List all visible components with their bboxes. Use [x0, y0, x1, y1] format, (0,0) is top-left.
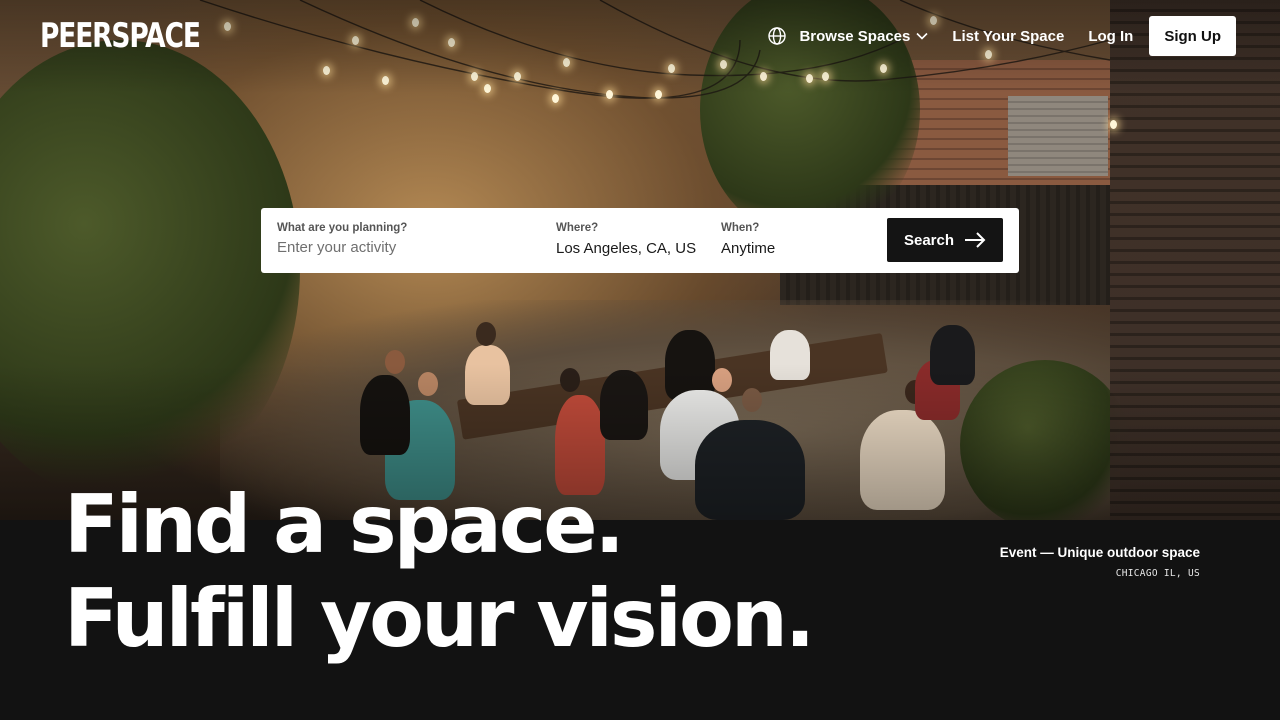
chevron-down-icon — [916, 32, 928, 40]
caption-title: Event — Unique outdoor space — [999, 545, 1200, 560]
activity-input[interactable] — [277, 239, 527, 256]
arrow-right-icon — [964, 232, 986, 248]
search-button-label: Search — [903, 231, 955, 249]
when-value[interactable]: Anytime — [721, 240, 775, 257]
headline-line-2: Fulfill your vision. — [64, 572, 815, 665]
browse-spaces-menu[interactable]: Browse Spaces — [799, 28, 928, 45]
where-field[interactable]: Where? Los Angeles, CA, US — [556, 222, 696, 257]
search-button[interactable]: Search — [887, 218, 1003, 262]
log-in-link[interactable]: Log In — [1088, 28, 1133, 45]
list-your-space-link[interactable]: List Your Space — [952, 28, 1064, 45]
hero-headline: Find a space. Fulfill your vision. — [64, 478, 815, 666]
peerspace-logo[interactable]: PEERSPACE — [40, 17, 201, 55]
headline-line-1: Find a space. — [64, 478, 625, 571]
where-label: Where? — [556, 222, 599, 234]
top-nav: Browse Spaces List Your Space Log In Sig… — [767, 16, 1236, 56]
photo-caption: Event — Unique outdoor space CHICAGO IL,… — [1000, 545, 1200, 579]
where-value[interactable]: Los Angeles, CA, US — [556, 240, 696, 257]
sign-up-button[interactable]: Sign Up — [1149, 16, 1236, 56]
search-bar: What are you planning? Where? Los Angele… — [261, 208, 1019, 273]
activity-field[interactable]: What are you planning? — [277, 222, 527, 257]
browse-spaces-label: Browse Spaces — [799, 27, 911, 45]
when-field[interactable]: When? Anytime — [721, 222, 775, 257]
activity-label: What are you planning? — [277, 222, 408, 234]
globe-icon[interactable] — [767, 26, 787, 46]
when-label: When? — [721, 222, 760, 234]
caption-location: CHICAGO IL, US — [1115, 568, 1200, 579]
